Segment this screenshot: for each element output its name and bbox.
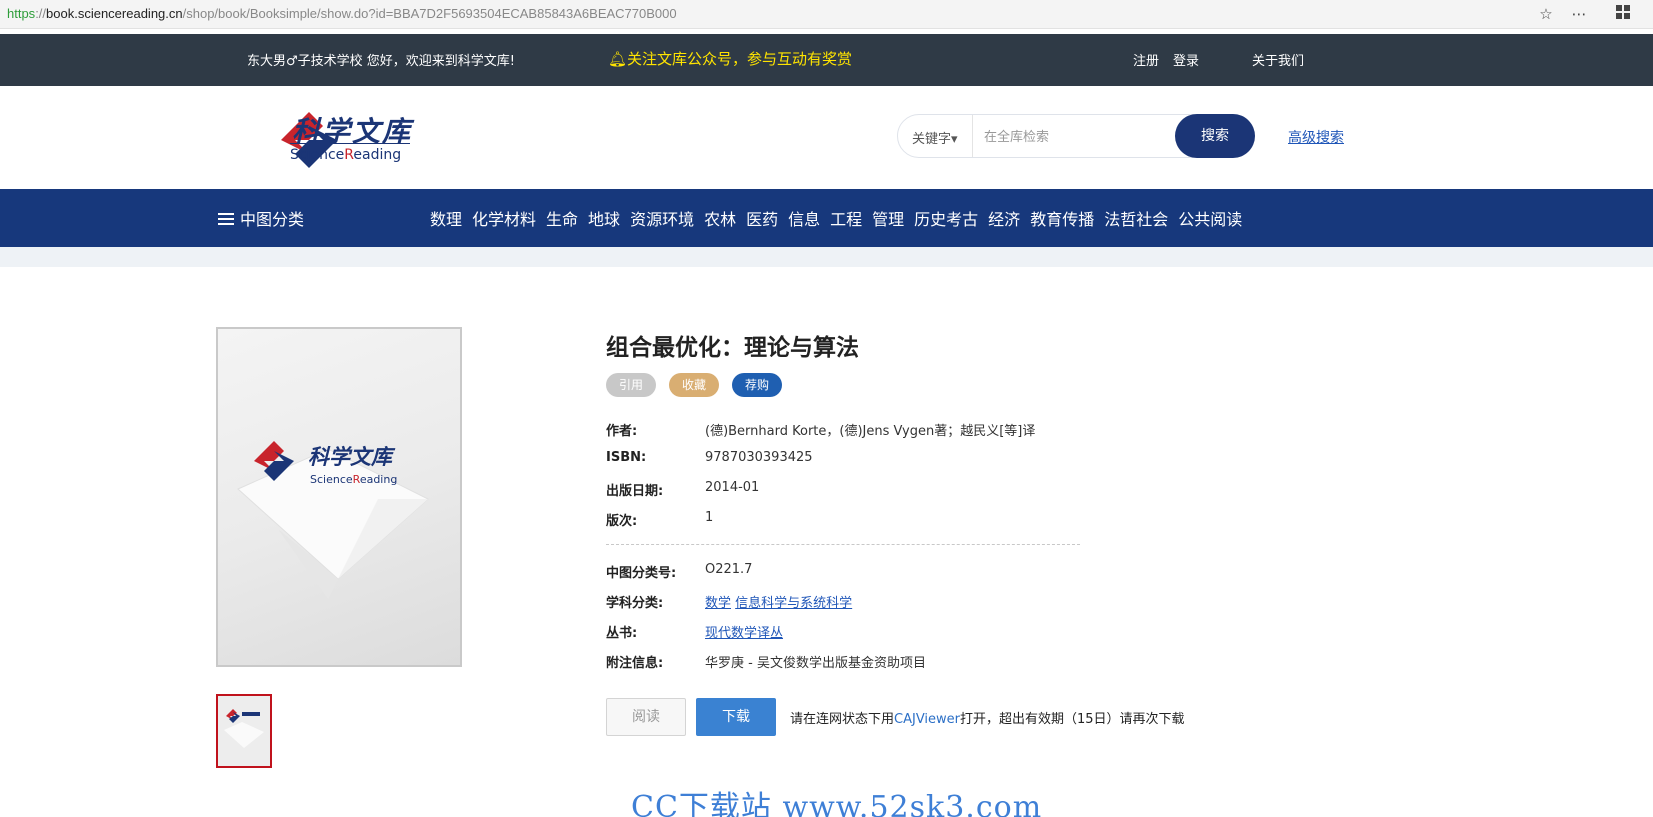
subject-values: 数学 信息科学与系统科学 (705, 592, 852, 611)
pubdate-value: 2014-01 (705, 480, 760, 495)
nav-link[interactable]: 农林 (704, 206, 736, 230)
isbn-label: ISBN: (606, 450, 647, 465)
cover-logo-icon (254, 441, 294, 481)
nav-link[interactable]: 公共阅读 (1178, 206, 1242, 230)
address-bar[interactable]: https://book.sciencereading.cn/shop/book… (0, 0, 1653, 29)
menu-icon (218, 213, 234, 226)
note-label: 附注信息: (606, 656, 664, 671)
top-bar: 东大男♂子技术学校 您好，欢迎来到科学文库! 🔔︎关注文库公众号，参与互动有奖赏… (0, 34, 1653, 86)
isbn-value: 9787030393425 (705, 450, 813, 465)
book-cover[interactable]: 科学文库 ScienceReading (216, 327, 462, 667)
nav-link[interactable]: 管理 (872, 206, 904, 230)
favorite-button[interactable]: 收藏 (669, 373, 719, 397)
read-button[interactable]: 阅读 (606, 698, 686, 736)
subject-link[interactable]: 数学 (705, 596, 731, 611)
thumbnail-cover-icon (218, 696, 270, 766)
notice-text: 关注文库公众号，参与互动有奖赏 (627, 50, 853, 68)
nav-link[interactable]: 法哲社会 (1104, 206, 1168, 230)
nav-link[interactable]: 化学材料 (472, 206, 536, 230)
book-title: 组合最优化：理论与算法 (606, 335, 859, 361)
edition-value: 1 (705, 510, 714, 525)
nav-link[interactable]: 教育传播 (1030, 206, 1094, 230)
about-link[interactable]: 关于我们 (1252, 50, 1304, 69)
nav-link[interactable]: 工程 (830, 206, 862, 230)
search-input[interactable] (984, 126, 1164, 146)
nav-link[interactable]: 信息 (788, 206, 820, 230)
series-link[interactable]: 现代数学译丛 (705, 626, 783, 641)
author-value: (德)Bernhard Korte，(德)Jens Vygen著；越民义[等]译 (705, 424, 1036, 439)
nav-link[interactable]: 历史考古 (914, 206, 978, 230)
nav-link[interactable]: 数理 (430, 206, 462, 230)
details-divider (606, 544, 1080, 545)
nav-link[interactable]: 医药 (746, 206, 778, 230)
author-label: 作者: (606, 424, 638, 439)
series-label: 丛书: (606, 626, 638, 641)
cover-book-illustration (237, 448, 429, 599)
nav-link[interactable]: 资源环境 (630, 206, 694, 230)
cover-logo-title: 科学文库 (308, 444, 392, 469)
clc-label: 中图分类号: (606, 566, 677, 581)
welcome-text: 东大男♂子技术学校 您好，欢迎来到科学文库! (247, 54, 515, 69)
logo-title: 科学文库 (292, 115, 413, 148)
bell-icon: 🔔︎ (608, 50, 628, 68)
register-link[interactable]: 注册 (1133, 50, 1159, 69)
watermark-text: CC下载站 www.52sk3.com (631, 790, 1043, 817)
login-link[interactable]: 登录 (1173, 50, 1199, 69)
search-type-select[interactable]: 关键字▾ (912, 128, 958, 147)
wechat-notice[interactable]: 🔔︎关注文库公众号，参与互动有奖赏 (608, 48, 852, 69)
nav-links: 数理 化学材料 生命 地球 资源环境 农林 医药 信息 工程 管理 历史考古 经… (430, 206, 1242, 230)
nav-link[interactable]: 地球 (588, 206, 620, 230)
nav-shadow-band (0, 247, 1653, 267)
main-nav: 中图分类 数理 化学材料 生命 地球 资源环境 农林 医药 信息 工程 管理 历… (0, 189, 1653, 247)
pubdate-label: 出版日期: (606, 484, 664, 499)
cajviewer-link[interactable]: CAJViewer (894, 712, 960, 727)
series-value: 现代数学译丛 (705, 622, 783, 641)
logo-subtitle: ScienceReading (290, 147, 402, 163)
cite-button[interactable]: 引用 (606, 373, 656, 397)
subject-label: 学科分类: (606, 596, 664, 611)
nav-link[interactable]: 经济 (988, 206, 1020, 230)
recommend-button[interactable]: 荐购 (732, 373, 782, 397)
nav-link[interactable]: 生命 (546, 206, 578, 230)
cover-thumbnail[interactable] (216, 694, 272, 768)
search-button[interactable]: 搜索 (1175, 114, 1255, 158)
category-menu[interactable]: 中图分类 (218, 206, 304, 230)
edition-label: 版次: (606, 514, 638, 529)
cover-logo-subtitle: ScienceReading (310, 473, 398, 486)
url-path: /shop/book/Booksimple/show.do?id=BBA7D2F… (182, 6, 677, 21)
logo-divider (290, 143, 410, 144)
subject-link[interactable]: 信息科学与系统科学 (735, 596, 852, 611)
star-icon[interactable]: ☆ (1536, 4, 1556, 24)
url-text[interactable]: https://book.sciencereading.cn/shop/book… (7, 6, 677, 21)
clc-value: O221.7 (705, 562, 753, 577)
more-icon[interactable]: ⋯ (1569, 4, 1589, 24)
url-scheme: https (7, 6, 36, 21)
url-host: book.sciencereading.cn (46, 6, 183, 21)
apps-icon[interactable] (1613, 4, 1633, 24)
download-note: 请在连网状态下用CAJViewer打开，超出有效期（15日）请再次下载 (790, 712, 1185, 727)
category-label: 中图分类 (240, 210, 305, 229)
search-divider (972, 115, 973, 157)
note-value: 华罗庚 - 吴文俊数学出版基金资助项目 (705, 656, 926, 671)
advanced-search-link[interactable]: 高级搜索 (1288, 127, 1344, 147)
url-separator: :// (35, 6, 47, 21)
download-button[interactable]: 下载 (696, 698, 776, 736)
